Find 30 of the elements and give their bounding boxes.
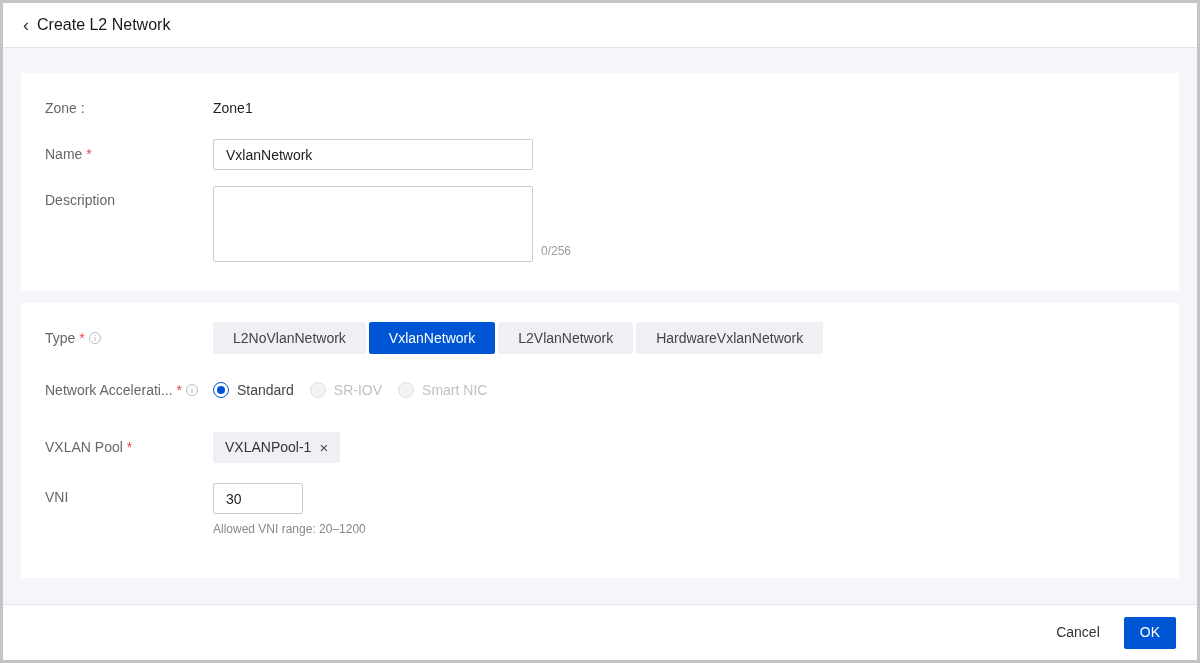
type-tab[interactable]: VxlanNetwork: [368, 322, 496, 354]
radio-option[interactable]: Standard: [213, 379, 294, 401]
field-label: VNI: [45, 488, 69, 507]
zone-value: Zone1: [213, 98, 253, 118]
cancel-button[interactable]: Cancel: [1056, 616, 1100, 649]
required-mark: *: [79, 328, 85, 348]
description-field[interactable]: [213, 186, 533, 262]
type-tab[interactable]: HardwareVxlanNetwork: [636, 322, 824, 354]
required-mark: *: [86, 145, 92, 164]
character-counter: 0/256: [541, 243, 572, 260]
required-mark: *: [126, 437, 133, 457]
page-title: Create L2 Network: [37, 15, 171, 35]
tag-label: VXLANPool-1: [225, 437, 312, 457]
required-mark: *: [176, 380, 183, 400]
field-label: Description: [45, 191, 116, 210]
field-label: Network Accelerati...: [45, 380, 173, 400]
field-label: Zone :: [45, 98, 86, 118]
hint-text: Allowed VNI range: 20–1200: [213, 521, 366, 538]
name-input[interactable]: VxlanNetwork: [213, 139, 533, 170]
field-label: Name: [45, 145, 83, 164]
radio-option: SR-IOV: [309, 379, 383, 401]
radio-option: Smart NIC: [398, 379, 488, 401]
field-label: VXLAN Pool: [45, 437, 123, 457]
ok-button[interactable]: OK: [1123, 616, 1176, 649]
vni-input[interactable]: 30: [213, 483, 303, 514]
field-label: Type: [45, 328, 76, 348]
type-tab[interactable]: L2VlanNetwork: [498, 322, 634, 354]
type-tab[interactable]: L2NoVlanNetwork: [213, 322, 366, 354]
remove-tag-button[interactable]: ×: [319, 439, 329, 455]
back-icon[interactable]: ‹: [23, 16, 29, 34]
